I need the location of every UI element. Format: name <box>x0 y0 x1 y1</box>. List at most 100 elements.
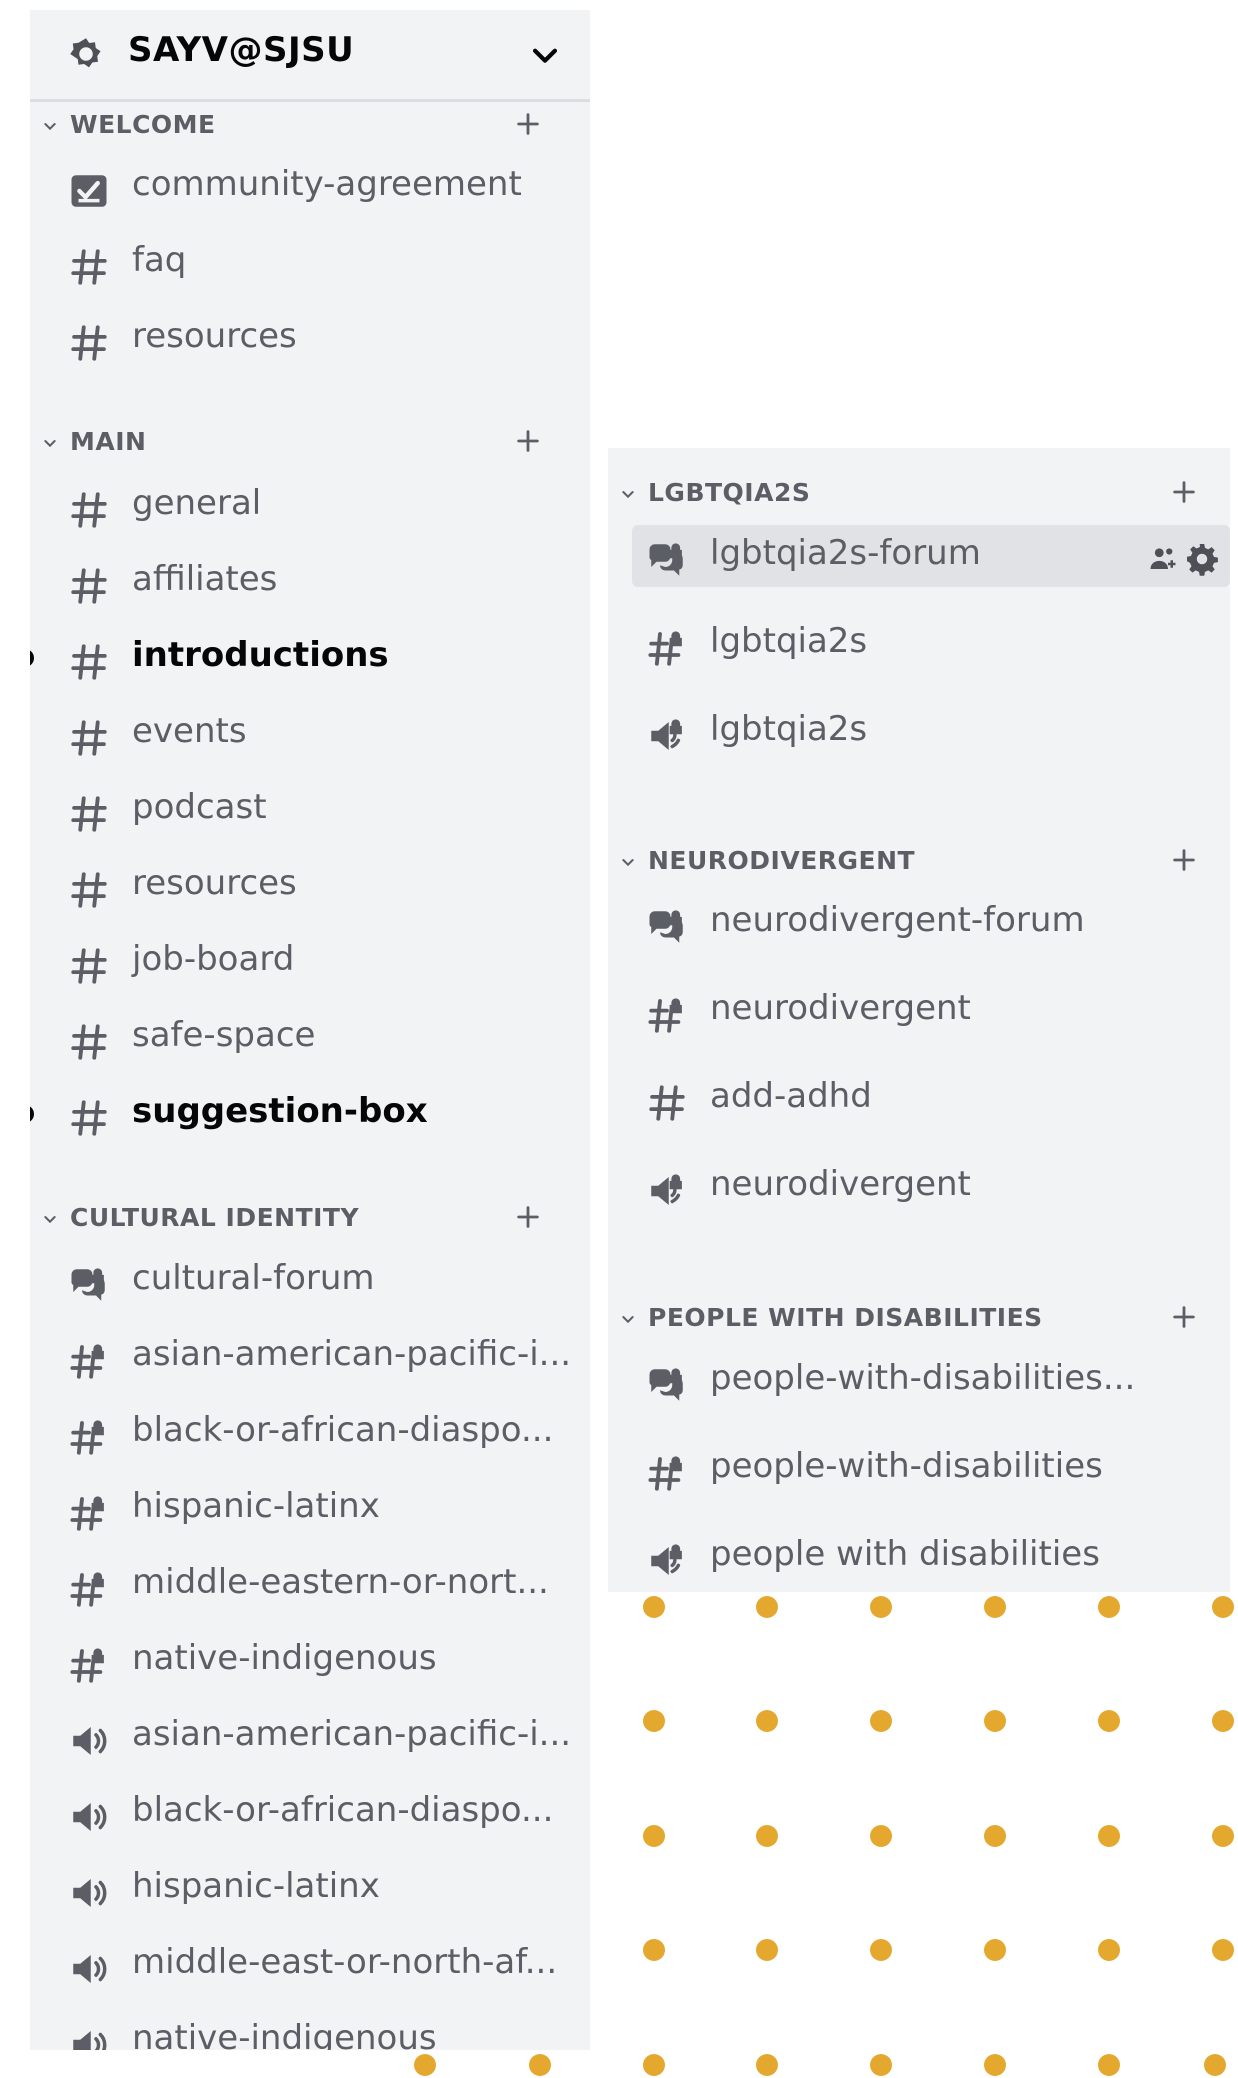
channel-item[interactable]: resources <box>30 855 590 917</box>
channel-item[interactable]: native-indigenous <box>30 2010 590 2050</box>
channel-item[interactable]: affiliates <box>30 551 590 613</box>
decorative-dot <box>870 1710 892 1732</box>
channel-item[interactable]: resources <box>30 308 590 370</box>
decorative-dot <box>756 1939 778 1961</box>
channel-name: black-or-african-diaspo... <box>132 1790 554 1830</box>
decorative-dot <box>756 2054 778 2076</box>
decorative-dot <box>1098 1939 1120 1961</box>
decorative-dot <box>1098 1596 1120 1618</box>
private-text-channel-icon <box>646 1452 688 1494</box>
decorative-dot <box>643 2054 665 2076</box>
channel-name: asian-american-pacific-i... <box>132 1334 572 1374</box>
gear-icon[interactable] <box>1184 541 1220 577</box>
category-header[interactable]: WELCOME <box>30 106 590 146</box>
text-channel-icon <box>68 641 110 683</box>
channel-item[interactable]: general <box>30 475 590 537</box>
channel-item[interactable]: people-with-disabilities <box>608 1438 1230 1500</box>
channel-name: neurodivergent <box>710 988 971 1028</box>
channel-item[interactable]: faq <box>30 232 590 294</box>
text-channel-icon <box>68 717 110 759</box>
channel-item[interactable]: suggestion-box <box>30 1083 590 1145</box>
channel-name: asian-american-pacific-i... <box>132 1714 572 1754</box>
channel-item[interactable]: people-with-disabilities... <box>608 1350 1230 1412</box>
channel-item[interactable]: middle-east-or-north-af... <box>30 1934 590 1996</box>
create-channel-icon[interactable] <box>514 1203 542 1231</box>
text-channel-icon <box>68 793 110 835</box>
channel-item[interactable]: neurodivergent-forum <box>608 892 1230 954</box>
category-header[interactable]: NEURODIVERGENT <box>608 842 1230 882</box>
channel-item[interactable]: community-agreement <box>30 156 590 218</box>
category-label: PEOPLE WITH DISABILITIES <box>648 1303 1043 1332</box>
channel-name: hispanic-latinx <box>132 1866 380 1906</box>
channel-item[interactable]: lgbtqia2s <box>608 613 1230 675</box>
private-voice-channel-icon <box>646 1540 688 1582</box>
decorative-dot <box>643 1825 665 1847</box>
channel-item[interactable]: neurodivergent <box>608 1156 1230 1218</box>
channel-item[interactable]: safe-space <box>30 1007 590 1069</box>
channel-item[interactable]: black-or-african-diaspo... <box>30 1782 590 1844</box>
category-header[interactable]: PEOPLE WITH DISABILITIES <box>608 1299 1230 1339</box>
create-channel-icon[interactable] <box>514 427 542 455</box>
private-text-channel-icon <box>646 994 688 1036</box>
private-text-channel-icon <box>646 627 688 669</box>
create-channel-icon[interactable] <box>1170 478 1198 506</box>
private-forum-icon <box>646 539 688 581</box>
chevron-down-icon[interactable] <box>620 486 636 502</box>
channel-item[interactable]: native-indigenous <box>30 1630 590 1692</box>
channel-item[interactable]: black-or-african-diaspo... <box>30 1402 590 1464</box>
channel-sidebar-right: LGBTQIA2S lgbtqia2s-forum lgbtqia2s lgbtqia… <box>608 448 1230 1592</box>
channel-name: middle-eastern-or-nort... <box>132 1562 549 1602</box>
private-voice-channel-icon <box>646 1170 688 1212</box>
channel-item[interactable]: introductions <box>30 627 590 689</box>
decorative-dot <box>1212 1596 1234 1618</box>
invite-people-icon[interactable] <box>1148 544 1178 574</box>
channel-item[interactable]: job-board <box>30 931 590 993</box>
create-channel-icon[interactable] <box>1170 846 1198 874</box>
category-header[interactable]: LGBTQIA2S <box>608 474 1230 514</box>
chevron-down-icon[interactable] <box>620 1311 636 1327</box>
decorative-dot <box>1212 1710 1234 1732</box>
channel-item[interactable]: podcast <box>30 779 590 841</box>
channel-item[interactable]: events <box>30 703 590 765</box>
unread-indicator <box>30 649 34 667</box>
decorative-dot <box>756 1596 778 1618</box>
create-channel-icon[interactable] <box>1170 1303 1198 1331</box>
decorative-dot <box>756 1710 778 1732</box>
channel-item[interactable]: asian-american-pacific-i... <box>30 1326 590 1388</box>
channel-item[interactable]: lgbtqia2s-forum <box>632 525 1230 587</box>
decorative-dot <box>1212 1939 1234 1961</box>
text-channel-icon <box>68 322 110 364</box>
channel-name: events <box>132 711 247 751</box>
chevron-down-icon[interactable] <box>42 435 58 451</box>
channel-name: affiliates <box>132 559 278 599</box>
channel-name: job-board <box>132 939 295 979</box>
channel-item[interactable]: cultural-forum <box>30 1250 590 1312</box>
channel-item[interactable]: hispanic-latinx <box>30 1478 590 1540</box>
category-header[interactable]: MAIN <box>30 423 590 463</box>
category-header[interactable]: CULTURAL IDENTITY <box>30 1199 590 1239</box>
server-header[interactable]: SAYV@SJSU <box>30 10 590 102</box>
category-label: MAIN <box>70 427 147 456</box>
channel-item[interactable]: asian-american-pacific-i... <box>30 1706 590 1768</box>
chevron-down-icon[interactable] <box>528 38 562 72</box>
channel-item[interactable]: neurodivergent <box>608 980 1230 1042</box>
channel-name: podcast <box>132 787 267 827</box>
chevron-down-icon[interactable] <box>42 1211 58 1227</box>
unread-indicator <box>30 1105 34 1123</box>
channel-item[interactable]: middle-eastern-or-nort... <box>30 1554 590 1616</box>
channel-item[interactable]: people with disabilities <box>608 1526 1230 1588</box>
channel-item[interactable]: add-adhd <box>608 1068 1230 1130</box>
channel-item[interactable]: hispanic-latinx <box>30 1858 590 1920</box>
category-label: NEURODIVERGENT <box>648 846 916 875</box>
chevron-down-icon[interactable] <box>42 118 58 134</box>
server-boost-icon <box>70 38 101 68</box>
server-name: SAYV@SJSU <box>128 30 355 70</box>
channel-name: hispanic-latinx <box>132 1486 380 1526</box>
channel-name: neurodivergent <box>710 1164 971 1204</box>
channel-item[interactable]: lgbtqia2s <box>608 701 1230 763</box>
create-channel-icon[interactable] <box>514 110 542 138</box>
text-channel-icon <box>68 945 110 987</box>
chevron-down-icon[interactable] <box>620 854 636 870</box>
channel-name: add-adhd <box>710 1076 872 1116</box>
channel-name: native-indigenous <box>132 1638 437 1678</box>
